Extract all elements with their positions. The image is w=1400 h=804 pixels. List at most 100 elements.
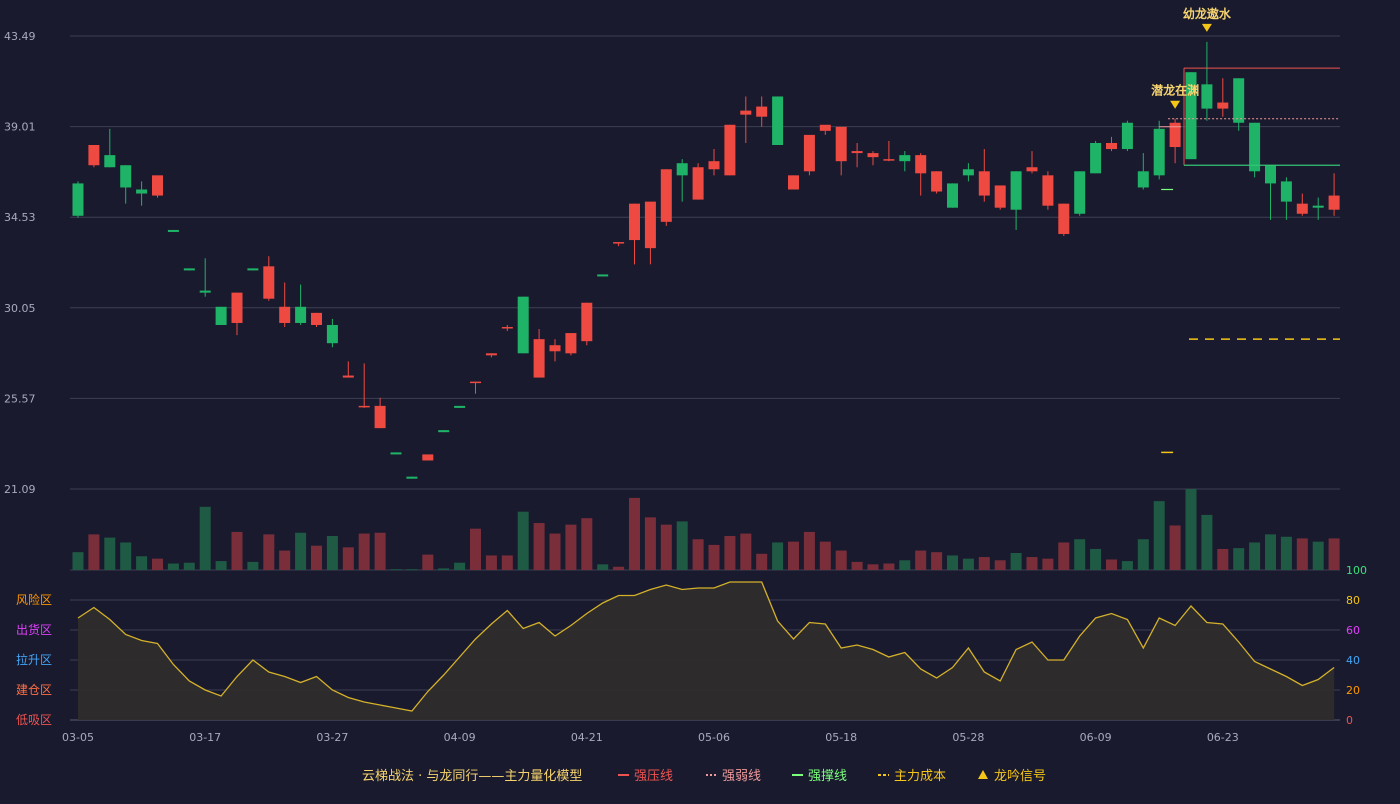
volume-bar: [565, 524, 577, 570]
volume-bar: [438, 568, 450, 570]
candle-body: [947, 183, 958, 208]
legend-marker: [978, 770, 988, 779]
candle-body: [1201, 84, 1213, 109]
candle-body: [1137, 171, 1149, 188]
candle-body: [422, 454, 434, 461]
oscillator-zone-label: 建仓区: [16, 683, 52, 697]
date-tick-label: 06-09: [1080, 731, 1112, 744]
chart-canvas: 43.49 39.01 34.53 30.05 25.57 21.09 100 80 60 40 2…: [4, 6, 1367, 784]
candle-body: [358, 405, 370, 408]
candle-body: [851, 151, 863, 154]
legend-label: 强弱线: [722, 769, 761, 784]
candle-body: [788, 175, 799, 190]
candle-body: [1153, 128, 1165, 176]
candle-body: [613, 242, 625, 244]
candle-body: [549, 345, 561, 352]
volume-bar: [803, 531, 815, 570]
volume-bar: [1137, 539, 1149, 570]
volume-bar: [263, 534, 275, 570]
candle-body: [263, 266, 275, 299]
volume-bar: [1026, 557, 1038, 570]
candle-body: [692, 167, 704, 200]
candle-body: [485, 353, 497, 356]
volume-bar: [1042, 558, 1054, 570]
volume-bar: [915, 550, 927, 570]
date-tick-label: 03-05: [62, 731, 94, 744]
volume-bar: [835, 550, 847, 570]
candle-body: [295, 306, 307, 323]
volume-bar: [167, 563, 179, 570]
candle-body: [1296, 203, 1308, 214]
candle-body: [152, 175, 163, 196]
volume-bar: [629, 497, 640, 570]
volume-bar: [215, 561, 227, 570]
volume-bar: [613, 566, 625, 570]
candle-body: [676, 163, 688, 176]
candle-body: [660, 169, 672, 222]
signal-label: 潜龙在渊: [1151, 83, 1199, 98]
volume-bar: [947, 555, 958, 570]
candle-body: [962, 169, 974, 176]
volume-bar: [533, 523, 545, 570]
volume-bar: [1153, 501, 1165, 570]
volume-bar: [279, 550, 291, 570]
date-tick-label: 04-09: [444, 731, 476, 744]
candle-body: [803, 134, 815, 172]
volume-bar: [1106, 559, 1117, 570]
candle-body: [835, 126, 847, 162]
oscillator-tick-label: 100: [1346, 564, 1367, 577]
volume-bar: [1312, 541, 1324, 570]
volume-bar: [581, 518, 593, 570]
candle-body: [994, 185, 1006, 208]
volume-bar: [374, 532, 386, 570]
volume-bar: [994, 560, 1006, 570]
candle-body: [120, 165, 132, 188]
legend-label: 龙吟信号: [994, 768, 1046, 784]
volume-bar: [1074, 539, 1086, 570]
volume-bar: [295, 532, 307, 570]
volume-bar: [724, 535, 736, 570]
volume-bar: [931, 552, 943, 570]
oscillator-zone-label: 出货区: [16, 622, 52, 637]
price-tick-label: 34.53: [4, 211, 36, 224]
legend-title: 云梯战法 · 与龙同行——主力量化模型: [362, 769, 582, 784]
candle-body: [931, 171, 943, 192]
volume-bar: [1090, 548, 1102, 570]
volume-bar: [1280, 536, 1292, 570]
volume-bar: [390, 569, 402, 571]
volume-bar: [152, 558, 163, 570]
oscillator-area: [78, 582, 1335, 720]
date-tick-label: 05-18: [825, 731, 857, 744]
candle-body: [88, 145, 100, 166]
volume-bar: [597, 564, 609, 570]
candle-body: [1058, 203, 1070, 234]
candle-body: [1026, 167, 1038, 172]
volume-bar: [470, 528, 481, 570]
date-tick-label: 05-06: [698, 731, 730, 744]
candle-body: [1217, 102, 1229, 109]
volume-bar: [756, 553, 768, 570]
signal-triangle: [1170, 100, 1181, 109]
volume-bar: [247, 561, 259, 570]
candle-body: [215, 306, 227, 325]
candle-body: [374, 405, 386, 429]
volume-bar: [644, 517, 656, 570]
oscillator-zone-label: 低吸区: [16, 713, 52, 727]
candle-body: [390, 452, 402, 455]
candle-body: [1090, 142, 1102, 174]
candle-body: [247, 268, 259, 271]
price-tick-label: 39.01: [4, 121, 36, 134]
volume-bar: [1185, 489, 1197, 570]
candle-body: [1280, 181, 1292, 202]
candle-body: [629, 203, 640, 241]
price-tick-label: 43.49: [4, 30, 36, 43]
candle-body: [1265, 165, 1276, 184]
volume-bar: [485, 555, 497, 570]
volume-bar: [406, 569, 418, 571]
candle-body: [867, 153, 879, 158]
volume-bar: [88, 534, 100, 570]
candle-body: [454, 405, 466, 408]
volume-bar: [231, 531, 243, 570]
candle-body: [72, 183, 84, 216]
candle-body: [1121, 122, 1133, 150]
